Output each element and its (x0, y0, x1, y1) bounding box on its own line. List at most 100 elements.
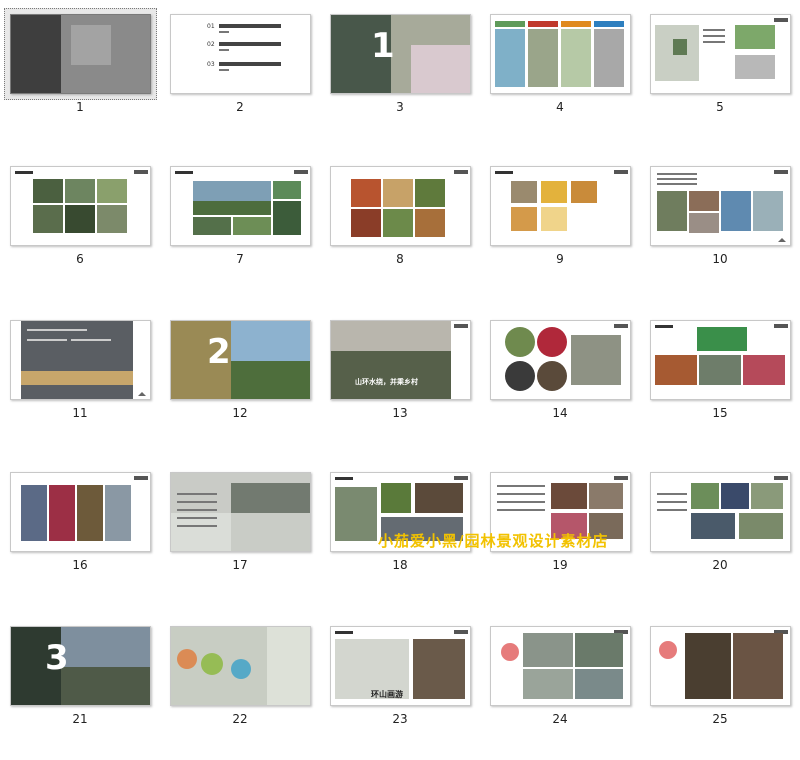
slide-preview (650, 626, 791, 706)
slide-number: 17 (232, 558, 248, 572)
slide-thumbnail-9[interactable]: 9 (480, 152, 640, 300)
text-line (27, 339, 67, 341)
slide-header (335, 631, 353, 634)
slide-thumbnail-13[interactable]: 山环水绕，并乘乡村 13 (320, 306, 480, 454)
slide-thumbnail-25[interactable]: 25 (640, 612, 800, 760)
photo (575, 669, 623, 699)
slide-thumbnail-5[interactable]: 5 (640, 0, 800, 148)
slide-tag (774, 18, 788, 22)
photo-dusk (413, 639, 465, 699)
photo (721, 483, 749, 509)
photo-mountains (331, 351, 451, 399)
slide-thumbnail-4[interactable]: 4 (480, 0, 640, 148)
toc-number-2: 02 (207, 41, 215, 48)
slide-thumbnail-22[interactable]: 22 (160, 612, 320, 760)
slide-thumbnail-15[interactable]: 15 (640, 306, 800, 454)
slide-preview (490, 626, 631, 706)
map-4 (594, 29, 624, 87)
slide-header (655, 325, 673, 328)
slide-thumbnail-2[interactable]: 01 02 03 2 (160, 0, 320, 148)
text-line (657, 493, 687, 495)
slide-tag (294, 170, 308, 174)
slide-thumbnail-1[interactable]: 1 (0, 0, 160, 148)
slide-header (335, 477, 353, 480)
slide-thumbnail-6[interactable]: 6 (0, 152, 160, 300)
text-line (497, 485, 545, 487)
slide-thumbnail-12[interactable]: 2 12 (160, 306, 320, 454)
photo (273, 181, 301, 199)
section-number: 1 (371, 26, 395, 66)
slide-preview (650, 472, 791, 552)
photo-sky (231, 321, 310, 361)
photo-village (11, 15, 61, 93)
photo (105, 485, 131, 541)
sunset-strip (21, 371, 133, 385)
slide-number: 24 (552, 712, 568, 726)
photo (523, 669, 573, 699)
photo-forest (685, 633, 731, 699)
text-line (497, 509, 545, 511)
slide-thumbnail-10[interactable]: 10 (640, 152, 800, 300)
slide-tag (134, 170, 148, 174)
circle-photo (537, 327, 567, 357)
photo (721, 191, 751, 231)
map-2 (528, 29, 558, 87)
photo-sky (61, 627, 150, 667)
photo (743, 355, 785, 385)
text-line (657, 173, 697, 175)
photo-food (351, 209, 381, 237)
slide-thumbnail-7[interactable]: 7 (160, 152, 320, 300)
slide-header (175, 171, 193, 174)
slide-thumbnail-14[interactable]: 14 (480, 306, 640, 454)
slide-thumbnail-16[interactable]: 16 (0, 458, 160, 606)
text-line (657, 509, 687, 511)
circle-photo (505, 361, 535, 391)
slide-caption: 环山画游 (371, 690, 403, 699)
slide-number: 18 (392, 558, 408, 572)
slide-number: 10 (712, 252, 728, 266)
photo (21, 485, 47, 541)
aerial-map (571, 335, 621, 385)
slide-number: 2 (236, 100, 244, 114)
photo (551, 483, 587, 509)
slide-preview (650, 320, 791, 400)
photo (33, 205, 63, 233)
slide-number: 9 (556, 252, 564, 266)
slide-tag (774, 324, 788, 328)
watermark-text: 小茄爱小黑/园林景观设计素材店 (378, 532, 609, 550)
slide-thumbnail-21[interactable]: 3 21 (0, 612, 160, 760)
slide-thumbnail-11[interactable]: 11 (0, 306, 160, 454)
slide-preview: 环山画游 (330, 626, 471, 706)
slide-thumbnail-3[interactable]: 1 3 (320, 0, 480, 148)
slide-number: 16 (72, 558, 88, 572)
slide-number: 3 (396, 100, 404, 114)
label-blue (594, 21, 624, 27)
text-line (177, 501, 217, 503)
slide-number: 6 (76, 252, 84, 266)
slide-thumbnail-24[interactable]: 24 (480, 612, 640, 760)
photo (655, 355, 697, 385)
photo (335, 487, 377, 541)
photo (65, 205, 95, 233)
slide-number: 23 (392, 712, 408, 726)
label-orange (561, 21, 591, 27)
slide-thumbnail-8[interactable]: 8 (320, 152, 480, 300)
slide-thumbnail-17[interactable]: 17 (160, 458, 320, 606)
label-green (495, 21, 525, 27)
photo (523, 633, 573, 667)
slide-thumbnail-20[interactable]: 20 (640, 458, 800, 606)
circle-photo (537, 361, 567, 391)
photo-snack (511, 207, 537, 231)
slide-number: 15 (712, 406, 728, 420)
slide-thumbnail-23[interactable]: 环山画游 23 (320, 612, 480, 760)
slide-number: 14 (552, 406, 568, 420)
slide-preview (170, 626, 311, 706)
slide-number: 13 (392, 406, 408, 420)
photo (689, 191, 719, 211)
terrain-map-2 (735, 55, 775, 79)
photo-food (383, 179, 413, 207)
slide-number: 25 (712, 712, 728, 726)
slide-tag (454, 476, 468, 480)
text-line (657, 501, 687, 503)
photo (33, 179, 63, 203)
